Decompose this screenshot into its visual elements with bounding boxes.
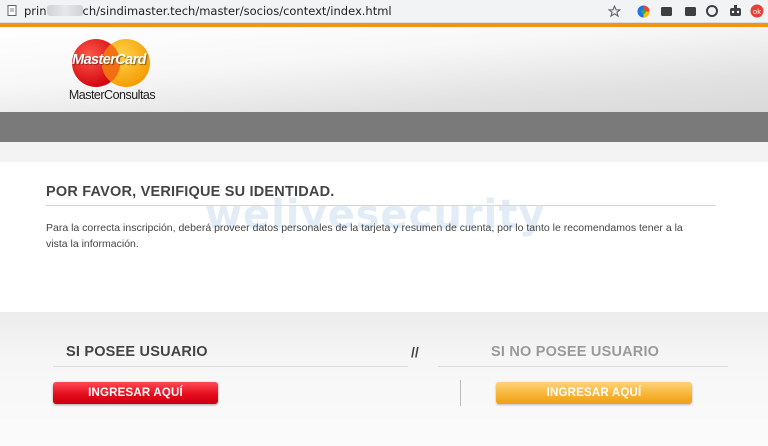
mastercard-logo[interactable]: MasterCard MasterConsultas (66, 38, 158, 108)
extension-1-icon[interactable] (636, 4, 650, 18)
site-header: MasterCard MasterConsultas (0, 27, 768, 112)
extension-5-icon[interactable] (728, 4, 742, 18)
light-spacer-band (0, 142, 768, 162)
login-options-section: SI POSEE USUARIO // SI NO POSEE USUARIO … (0, 312, 768, 446)
url-suffix: ch/sindimaster.tech/master/socios/contex… (82, 4, 392, 18)
logo-wordmark: MasterCard (72, 52, 146, 68)
extension-4-icon[interactable] (705, 4, 719, 18)
vertical-divider (460, 380, 461, 406)
extension-3-icon[interactable] (683, 4, 697, 18)
url-prefix: prin (24, 4, 47, 18)
url-redaction (46, 5, 83, 16)
page-info-icon[interactable] (7, 5, 17, 16)
browser-address-bar[interactable]: prin ch/sindimaster.tech/master/socios/co… (0, 0, 768, 23)
new-user-register-button[interactable]: INGRESAR AQUÍ (496, 382, 692, 404)
existing-user-login-button[interactable]: INGRESAR AQUÍ (53, 382, 218, 404)
title-divider (46, 205, 716, 206)
grey-nav-band (0, 112, 768, 142)
identity-section: welivesecurity POR FAVOR, VERIFIQUE SU I… (0, 162, 768, 312)
new-user-title: SI NO POSEE USUARIO (491, 344, 660, 360)
left-column-divider (53, 366, 408, 367)
identity-instructions: Para la correcta inscripción, deberá pro… (46, 222, 683, 250)
existing-user-title: SI POSEE USUARIO (66, 344, 208, 360)
right-column-divider (438, 366, 728, 367)
extension-2-icon[interactable] (659, 4, 673, 18)
svg-text:ok: ok (753, 8, 762, 16)
extension-6-icon[interactable]: ok (750, 4, 764, 18)
bookmark-star-icon[interactable] (607, 4, 621, 18)
identity-title: POR FAVOR, VERIFIQUE SU IDENTIDAD. (46, 184, 335, 200)
column-separator: // (411, 344, 419, 360)
logo-subtitle: MasterConsultas (68, 88, 156, 102)
url-text[interactable]: prin ch/sindimaster.tech/master/socios/co… (24, 4, 392, 18)
